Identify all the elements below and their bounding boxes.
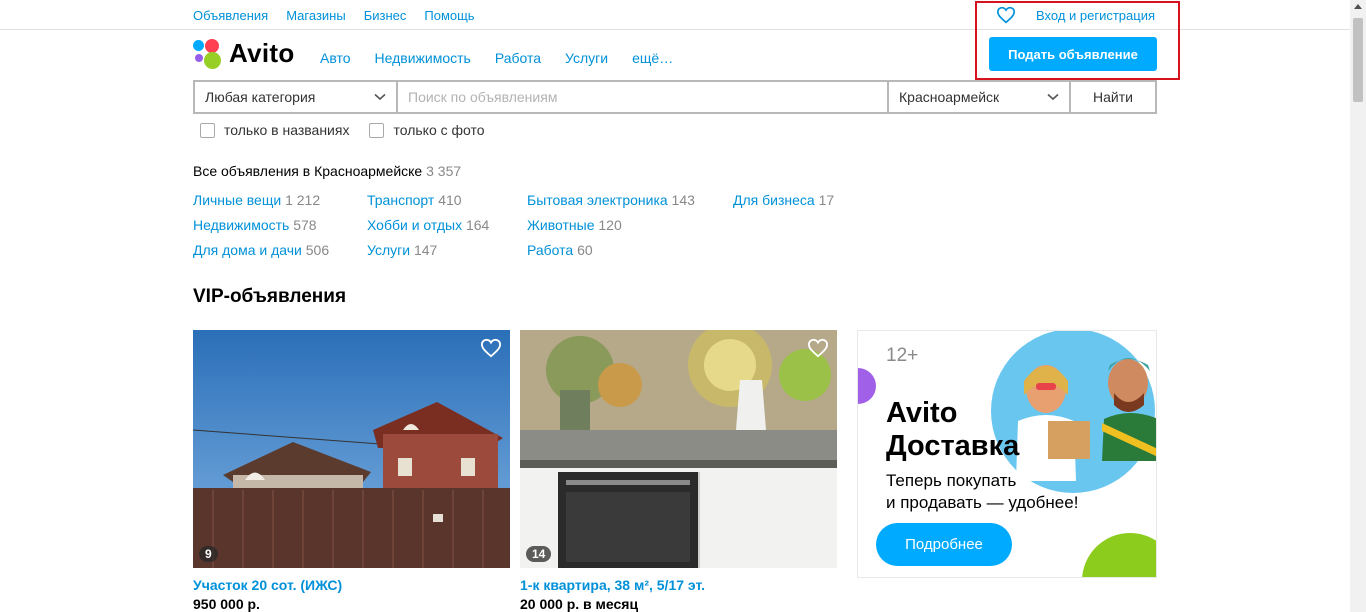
- category-column: Транспорт 410 Хобби и отдых 164 Услуги 1…: [367, 192, 489, 267]
- vip-section-title: VIP-объявления: [193, 286, 347, 307]
- category-link[interactable]: Услуги: [367, 242, 410, 258]
- all-ads-count: 3 357: [426, 163, 462, 179]
- category-select-value: Любая категория: [205, 89, 316, 105]
- category-count: 410: [438, 192, 462, 208]
- category-item: Недвижимость 578: [193, 217, 329, 242]
- category-item: Транспорт 410: [367, 192, 489, 217]
- checkbox-box[interactable]: [200, 122, 215, 138]
- listing-photo[interactable]: 9: [193, 330, 510, 568]
- listing-title[interactable]: Участок 20 сот. (ИЖС): [193, 577, 510, 593]
- chevron-down-icon: [1047, 93, 1059, 101]
- top-nav-help[interactable]: Помощь: [424, 8, 474, 23]
- listing-price: 950 000 р.: [193, 596, 260, 612]
- category-item: Животные 120: [527, 217, 695, 242]
- category-item: Услуги 147: [367, 242, 489, 267]
- with-photo-checkbox[interactable]: только с фото: [369, 122, 485, 138]
- banner-text: Теперь покупать и продавать — удобнее!: [886, 470, 1078, 514]
- city-select-value: Красноармейск: [899, 89, 1000, 105]
- kitchen-photo-image: [520, 330, 837, 568]
- category-count: 143: [671, 192, 695, 208]
- category-link[interactable]: Для бизнеса: [733, 192, 815, 208]
- page-scrollbar[interactable]: [1350, 0, 1366, 612]
- category-count: 164: [465, 217, 490, 233]
- with-photo-label: только с фото: [393, 122, 485, 138]
- category-count: 60: [577, 242, 593, 258]
- all-ads-label: Все объявления в Красноармейске: [193, 163, 423, 179]
- avito-logo[interactable]: Avito: [193, 38, 295, 69]
- scroll-up-arrow-icon[interactable]: [1354, 4, 1362, 9]
- banner-more-button[interactable]: Подробнее: [876, 523, 1012, 566]
- main-nav-more[interactable]: ещё…: [632, 50, 673, 66]
- banner-text-line: и продавать — удобнее!: [886, 493, 1079, 512]
- top-nav: Объявления Магазины Бизнес Помощь: [193, 8, 475, 23]
- city-select[interactable]: Красноармейск: [887, 82, 1069, 112]
- category-item: Хобби и отдых 164: [367, 217, 489, 242]
- category-link[interactable]: Транспорт: [367, 192, 434, 208]
- logo-dots-icon: [193, 38, 223, 69]
- post-ad-button[interactable]: Подать объявление: [989, 37, 1157, 71]
- vip-card[interactable]: 9 Участок 20 сот. (ИЖС) 950 000 р.: [193, 330, 510, 612]
- category-item: Для дома и дачи 506: [193, 242, 329, 267]
- find-button[interactable]: Найти: [1069, 82, 1155, 112]
- category-column: Бытовая электроника 143 Животные 120 Раб…: [527, 192, 695, 267]
- photo-count-badge: 14: [526, 546, 552, 562]
- banner-title: Avito Доставка: [886, 397, 1019, 463]
- category-link[interactable]: Недвижимость: [193, 217, 289, 233]
- category-count: 1 212: [285, 192, 321, 208]
- top-nav-ads[interactable]: Объявления: [193, 8, 268, 23]
- category-column: Для бизнеса 17: [733, 192, 834, 217]
- search-input[interactable]: [398, 82, 887, 112]
- category-link[interactable]: Хобби и отдых: [367, 217, 462, 233]
- category-select[interactable]: Любая категория: [195, 82, 398, 112]
- banner-text-line: Теперь покупать: [886, 471, 1017, 490]
- main-nav-auto[interactable]: Авто: [320, 50, 351, 66]
- all-ads-heading: Все объявления в Красноармейске 3 357: [193, 163, 461, 179]
- listing-photo[interactable]: 14: [520, 330, 837, 568]
- vip-card[interactable]: 14 1-к квартира, 38 м², 5/17 эт. 20 000 …: [520, 330, 837, 612]
- titles-only-label: только в названиях: [224, 122, 350, 138]
- category-item: Для бизнеса 17: [733, 192, 834, 217]
- category-link[interactable]: Личные вещи: [193, 192, 281, 208]
- category-item: Личные вещи 1 212: [193, 192, 329, 217]
- logo-text: Avito: [229, 38, 295, 68]
- checkbox-box[interactable]: [369, 122, 385, 138]
- category-item: Бытовая электроника 143: [527, 192, 695, 217]
- favorite-heart-icon[interactable]: [480, 338, 502, 358]
- main-nav-services[interactable]: Услуги: [565, 50, 608, 66]
- category-count: 506: [305, 242, 330, 258]
- main-nav-realty[interactable]: Недвижимость: [375, 50, 471, 66]
- house-photo-image: [193, 330, 510, 568]
- category-count: 120: [598, 217, 622, 233]
- age-rating: 12+: [886, 345, 919, 366]
- category-count: 17: [818, 192, 835, 208]
- titles-only-checkbox[interactable]: только в названиях: [200, 122, 349, 138]
- avito-delivery-banner[interactable]: 12+ Avito Доставка Теперь покупать и про…: [857, 330, 1157, 578]
- category-link[interactable]: Животные: [527, 217, 595, 233]
- banner-title-line: Avito: [886, 397, 958, 429]
- category-link[interactable]: Для дома и дачи: [193, 242, 302, 258]
- listing-title[interactable]: 1-к квартира, 38 м², 5/17 эт.: [520, 577, 837, 593]
- main-nav-jobs[interactable]: Работа: [495, 50, 541, 66]
- top-nav-business[interactable]: Бизнес: [364, 8, 407, 23]
- scrollbar-thumb[interactable]: [1353, 18, 1363, 102]
- category-item: Работа 60: [527, 242, 695, 267]
- top-nav-shops[interactable]: Магазины: [286, 8, 346, 23]
- category-column: Личные вещи 1 212 Недвижимость 578 Для д…: [193, 192, 329, 267]
- category-link[interactable]: Бытовая электроника: [527, 192, 668, 208]
- photo-count-badge: 9: [199, 546, 218, 562]
- category-count: 578: [293, 217, 317, 233]
- category-link[interactable]: Работа: [527, 242, 573, 258]
- listing-price: 20 000 р. в месяц: [520, 596, 639, 612]
- category-count: 147: [413, 242, 438, 258]
- banner-title-line: Доставка: [886, 430, 1020, 462]
- search-bar: Любая категория Красноармейск Найти: [193, 80, 1157, 114]
- chevron-down-icon: [374, 93, 386, 101]
- main-nav: Авто Недвижимость Работа Услуги ещё…: [320, 50, 673, 66]
- favorite-heart-icon[interactable]: [807, 338, 829, 358]
- search-filters: только в названиях только с фото: [200, 122, 485, 138]
